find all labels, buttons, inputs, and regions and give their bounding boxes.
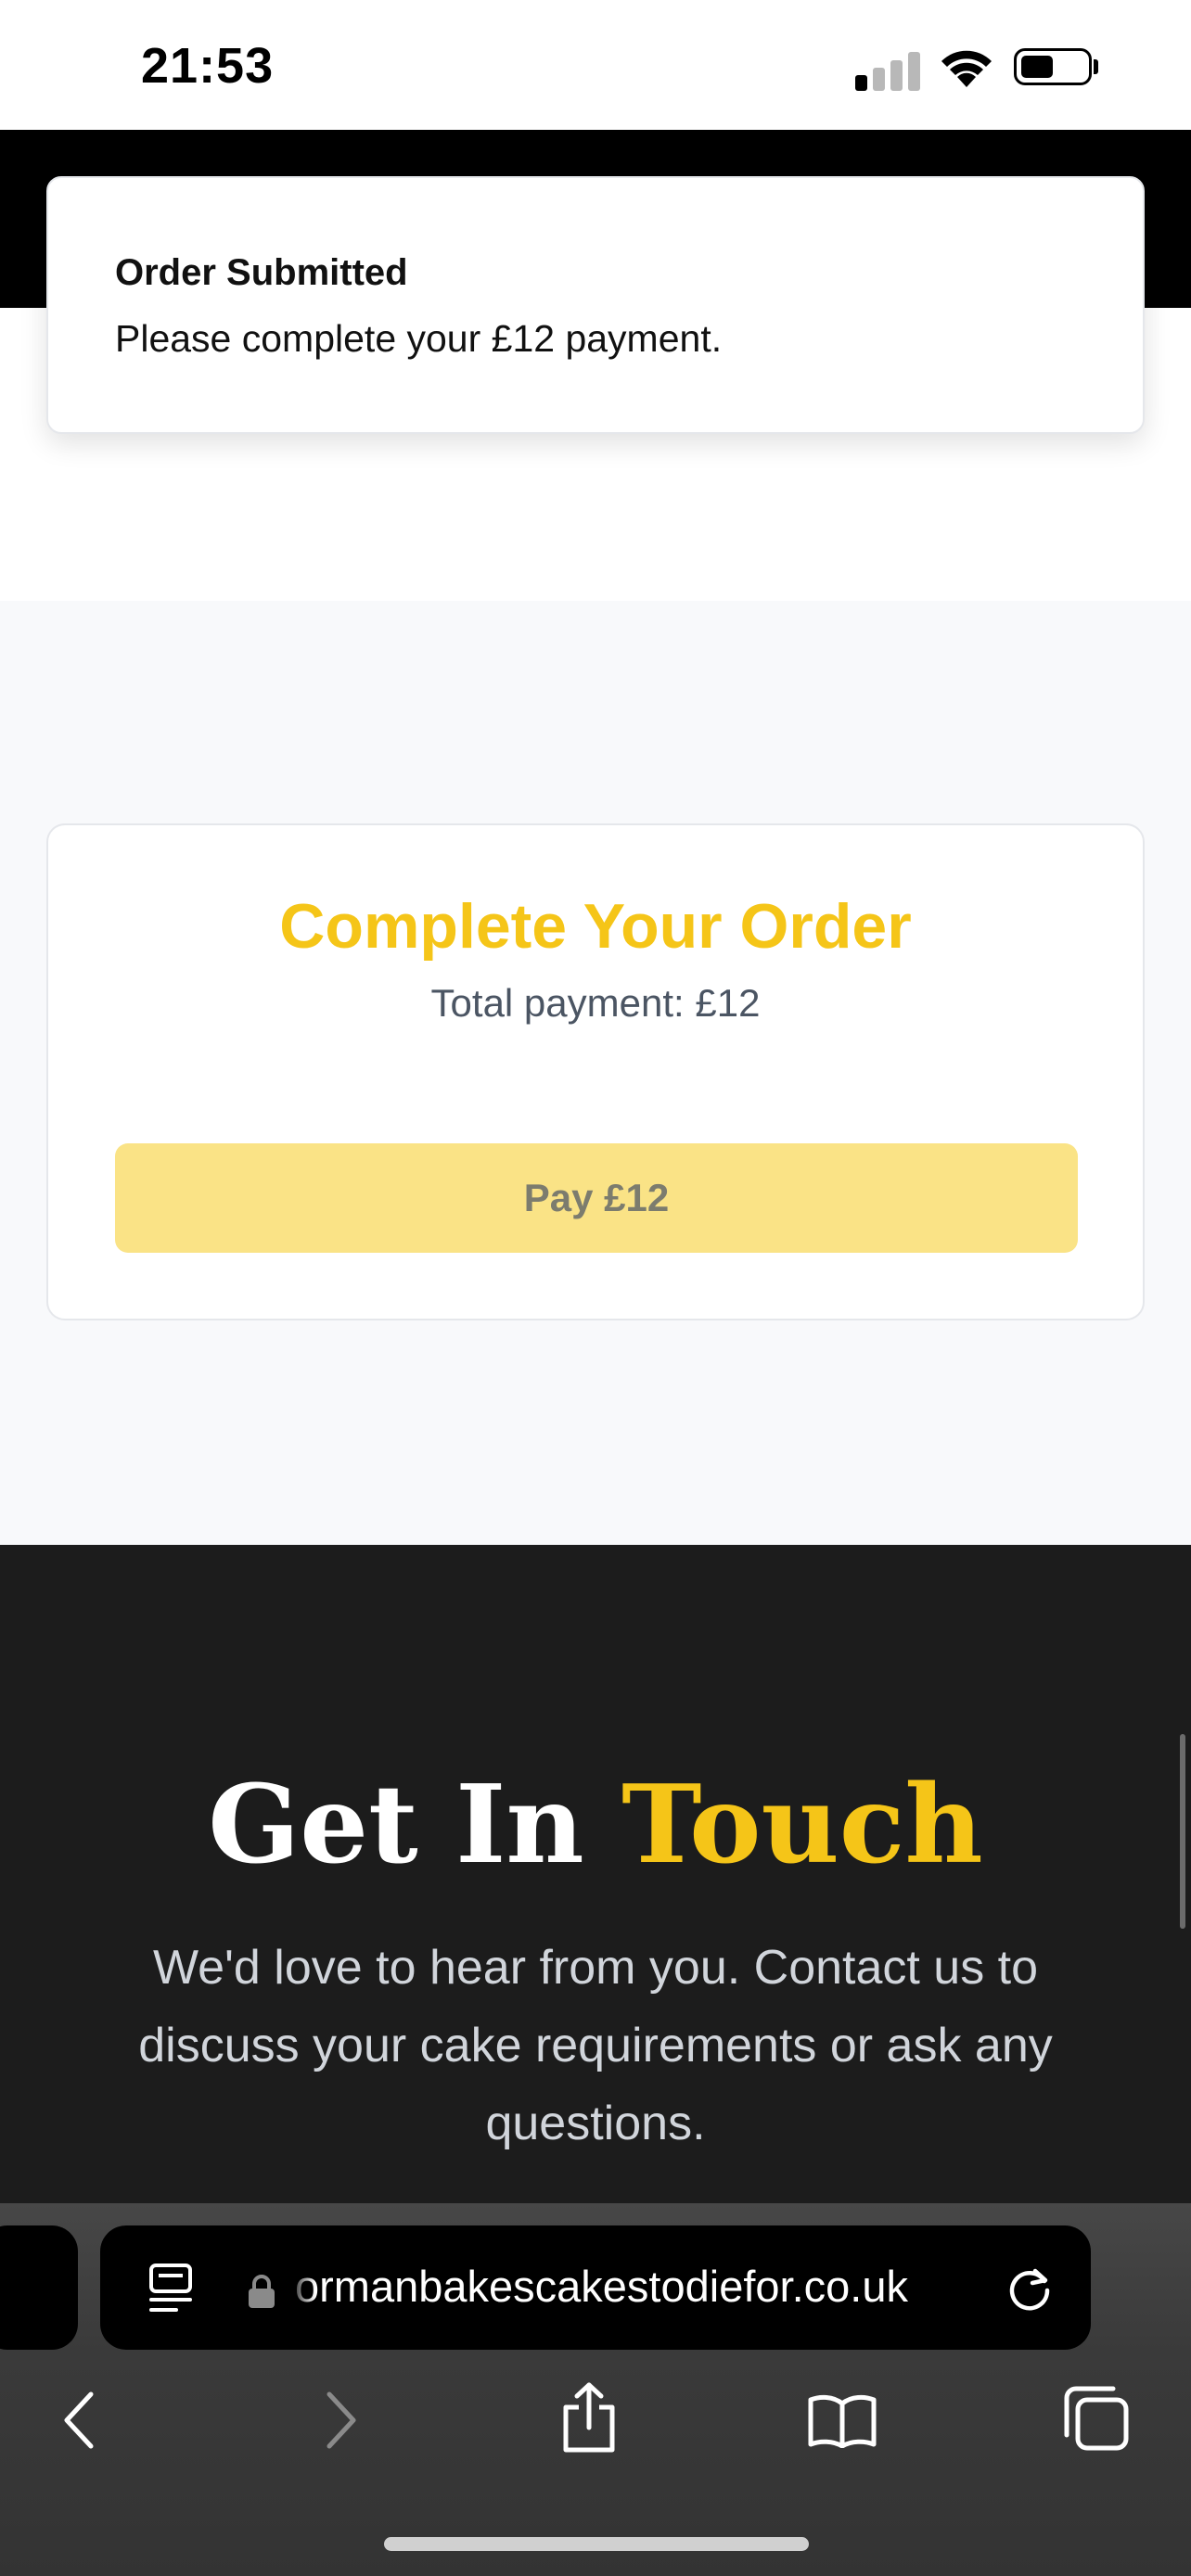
order-card: Complete Your Order Total payment: £12 P… bbox=[46, 823, 1145, 1320]
status-time: 21:53 bbox=[141, 38, 275, 94]
bookmarks-icon[interactable] bbox=[807, 2392, 877, 2448]
contact-heading-text: Get In bbox=[208, 1762, 584, 1888]
previous-tab-preview[interactable] bbox=[0, 2225, 78, 2350]
contact-heading: Get In Touch bbox=[0, 1762, 1191, 1888]
page: 21:53 Complete Your Order Total payment:… bbox=[0, 0, 1191, 2576]
contact-description: We'd love to hear from you. Contact us t… bbox=[138, 1941, 1053, 2150]
home-indicator bbox=[384, 2537, 809, 2551]
toast-title: Order Submitted bbox=[115, 252, 408, 293]
lock-icon bbox=[249, 2275, 275, 2308]
toast-description: Please complete your £12 payment. bbox=[115, 317, 723, 360]
wifi-icon bbox=[941, 50, 992, 87]
order-total: Total payment: £12 bbox=[430, 981, 761, 1025]
contact-heading-accent: Touch bbox=[621, 1762, 983, 1888]
tabs-icon[interactable] bbox=[1063, 2385, 1130, 2452]
back-icon[interactable] bbox=[61, 2391, 98, 2450]
url-fade bbox=[288, 2253, 315, 2318]
pay-button[interactable]: Pay £12 bbox=[115, 1143, 1078, 1253]
battery-icon bbox=[1014, 48, 1092, 85]
cellular-signal-icon bbox=[855, 48, 920, 91]
forward-icon[interactable] bbox=[322, 2391, 359, 2450]
toast-notification[interactable]: Order Submitted Please complete your £12… bbox=[46, 176, 1145, 434]
status-bar: 21:53 bbox=[0, 0, 1191, 130]
url-text[interactable]: ormanbakescakestodiefor.co.uk bbox=[295, 2261, 978, 2312]
scroll-indicator[interactable] bbox=[1180, 1734, 1185, 1929]
share-icon[interactable] bbox=[560, 2381, 618, 2454]
battery-nub bbox=[1094, 59, 1098, 74]
order-title: Complete Your Order bbox=[279, 891, 912, 962]
reader-mode-icon[interactable] bbox=[148, 2263, 193, 2315]
reload-icon[interactable] bbox=[1004, 2263, 1056, 2315]
